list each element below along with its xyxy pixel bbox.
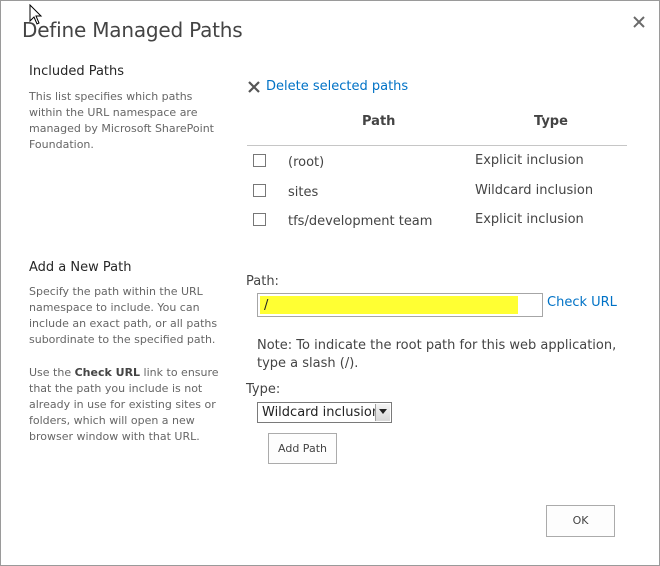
table-header-divider xyxy=(247,145,627,146)
table-row: tfs/development team Explicit inclusion xyxy=(247,212,627,237)
delete-selected-paths-link[interactable]: Delete selected paths xyxy=(247,79,408,94)
column-header-type: Type xyxy=(534,114,568,129)
close-icon[interactable] xyxy=(631,14,647,30)
included-paths-title: Included Paths xyxy=(29,64,125,79)
chevron-down-icon xyxy=(379,409,387,414)
row-type: Explicit inclusion xyxy=(475,212,584,227)
path-input-wrapper xyxy=(257,293,543,317)
row-path: (root) xyxy=(288,155,325,170)
add-new-path-title: Add a New Path xyxy=(29,260,132,275)
check-url-description-pre: Use the xyxy=(29,366,75,379)
table-row: sites Wildcard inclusion xyxy=(247,183,627,208)
row-type: Wildcard inclusion xyxy=(475,183,594,198)
path-input[interactable] xyxy=(264,296,534,314)
ok-button[interactable]: OK xyxy=(546,505,615,537)
row-checkbox-tfs[interactable] xyxy=(253,213,266,226)
add-new-path-description: Specify the path within the URL namespac… xyxy=(29,285,218,346)
check-url-description-bold: Check URL xyxy=(74,366,141,379)
delete-x-icon xyxy=(248,80,260,93)
path-label: Path: xyxy=(246,274,279,289)
included-paths-description: This list specifies which paths within t… xyxy=(29,90,214,151)
row-checkbox-sites[interactable] xyxy=(253,184,266,197)
select-arrow xyxy=(375,404,390,421)
root-path-note: Note: To indicate the root path for this… xyxy=(257,338,617,371)
check-url-description: Use the Check URL link to ensure that th… xyxy=(29,365,219,445)
row-type: Explicit inclusion xyxy=(475,153,584,168)
add-path-button[interactable]: Add Path xyxy=(268,433,337,464)
type-select[interactable]: Wildcard inclusion xyxy=(257,402,392,423)
row-checkbox-root[interactable] xyxy=(253,154,266,167)
dialog-title: Define Managed Paths xyxy=(22,18,243,42)
delete-selected-paths-label: Delete selected paths xyxy=(266,79,409,94)
table-row: (root) Explicit inclusion xyxy=(247,153,627,178)
column-header-path: Path xyxy=(362,114,396,129)
type-select-value: Wildcard inclusion xyxy=(262,405,381,420)
type-label: Type: xyxy=(246,382,281,397)
define-managed-paths-dialog: Define Managed Paths Included Paths This… xyxy=(0,0,660,566)
row-path: sites xyxy=(288,185,319,200)
check-url-link[interactable]: Check URL xyxy=(547,295,617,310)
row-path: tfs/development team xyxy=(288,214,433,229)
